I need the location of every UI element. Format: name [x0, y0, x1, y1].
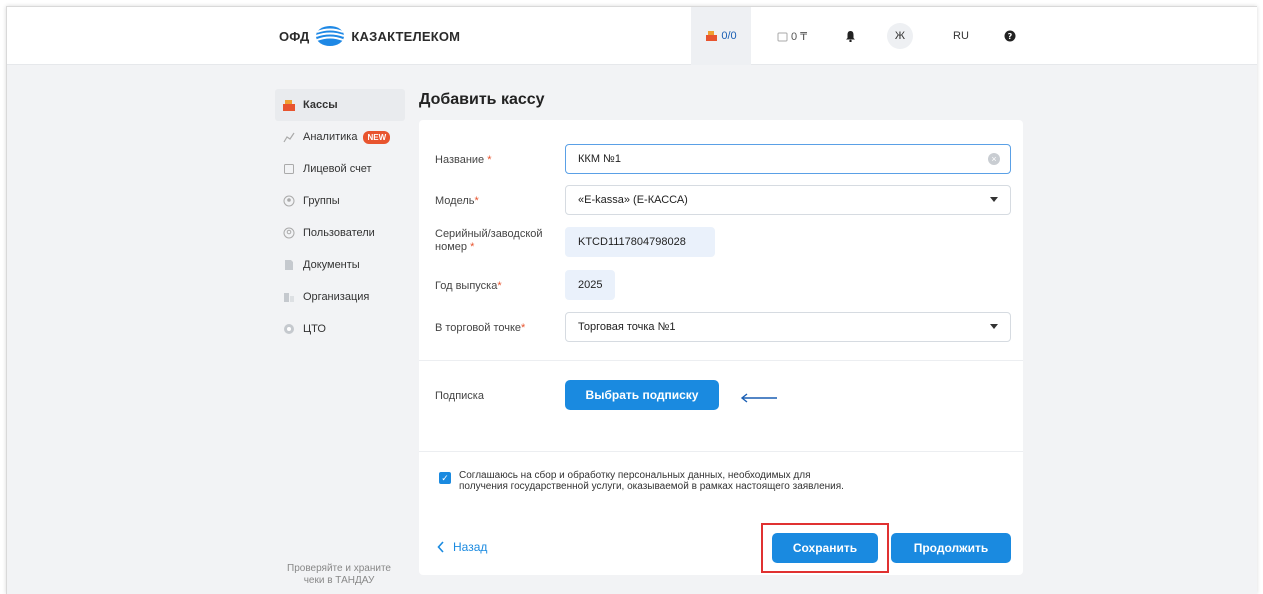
sidebar-item-label: Организация — [303, 291, 370, 303]
account-icon — [284, 164, 294, 174]
sidebar-item-account[interactable]: Лицевой счет — [275, 153, 405, 185]
subscription-label: Подписка — [435, 390, 484, 402]
continue-button[interactable]: Продолжить — [891, 533, 1011, 563]
year-label: Год выпуска* — [435, 280, 502, 292]
new-badge: NEW — [363, 130, 391, 144]
sidebar-footer[interactable]: Проверяйте и храните чеки в ТАНДАУ — [269, 563, 409, 587]
wallet-icon — [777, 32, 788, 41]
choose-subscription-button[interactable]: Выбрать подписку — [565, 380, 719, 410]
logo-text-right: КАЗАКТЕЛЕКОМ — [351, 28, 461, 44]
name-input[interactable]: ККМ №1 × — [565, 144, 1011, 174]
sidebar-item-organization[interactable]: Организация — [275, 281, 405, 313]
back-button[interactable]: Назад — [437, 540, 487, 554]
divider — [419, 360, 1023, 361]
sidebar-item-service-center[interactable]: ЦТО — [275, 313, 405, 345]
save-button[interactable]: Сохранить — [772, 533, 878, 563]
consent: ✓ Соглашаюсь на сбор и обработку персона… — [439, 470, 859, 492]
name-label: Название * — [435, 154, 492, 166]
chevron-down-icon — [990, 197, 998, 202]
groups-icon — [283, 195, 295, 207]
notifications[interactable] — [845, 7, 856, 65]
sidebar-item-label: Кассы — [303, 99, 338, 111]
cash-register-icon — [283, 100, 295, 111]
chevron-left-icon — [437, 541, 444, 553]
arrow-left-icon — [740, 393, 777, 403]
add-cash-register-form: Название * ККМ №1 × Модель* «E-kassa» (E… — [419, 120, 1023, 575]
kazakhtelecom-globe-icon — [316, 26, 345, 46]
trade-point-select[interactable]: Торговая точка №1 — [565, 312, 1011, 342]
logo-text-left: ОФД — [279, 28, 310, 44]
balance-value: 0 ₸ — [791, 30, 808, 43]
year-field[interactable]: 2025 — [565, 270, 615, 300]
cash-register-icon — [706, 31, 718, 41]
model-label: Модель* — [435, 195, 479, 207]
footer-line: чеки в ТАНДАУ — [303, 575, 375, 586]
logo[interactable]: ОФД КАЗАКТЕЛЕКОМ — [279, 25, 460, 47]
sidebar-item-groups[interactable]: Группы — [275, 185, 405, 217]
divider — [419, 451, 1023, 452]
analytics-icon — [283, 132, 295, 143]
top-bar: ОФД КАЗАКТЕЛЕКОМ 0/0 0 ₸ Ж RU ? — [7, 7, 1257, 65]
serial-number-field[interactable]: KTCD1117804798028 — [565, 227, 715, 257]
bell-icon — [846, 31, 855, 42]
sidebar-item-label: ЦТО — [303, 323, 326, 335]
sidebar-item-analytics[interactable]: Аналитика NEW — [275, 121, 405, 153]
sidebar-item-label: Лицевой счет — [303, 163, 372, 175]
sidebar-item-documents[interactable]: Документы — [275, 249, 405, 281]
cash-count: 0/0 — [721, 30, 737, 42]
back-label: Назад — [453, 540, 488, 554]
trade-point-label: В торговой точке* — [435, 322, 526, 334]
sidebar-item-label: Группы — [303, 195, 340, 207]
help[interactable]: ? — [1004, 7, 1016, 65]
model-select[interactable]: «E-kassa» (E-КАССА) — [565, 185, 1011, 215]
sidebar-item-users[interactable]: Пользователи — [275, 217, 405, 249]
cash-counter[interactable]: 0/0 — [691, 7, 751, 65]
service-center-icon — [284, 324, 294, 334]
sidebar-item-label: Пользователи — [303, 227, 375, 239]
language-switch[interactable]: RU — [953, 7, 969, 65]
sidebar-item-label: Аналитика — [303, 131, 358, 143]
sidebar-item-cash-registers[interactable]: Кассы — [275, 89, 405, 121]
sidebar-item-label: Документы — [303, 259, 360, 271]
user-initial: Ж — [894, 30, 906, 42]
users-icon — [283, 227, 295, 239]
app-window: ОФД КАЗАКТЕЛЕКОМ 0/0 0 ₸ Ж RU ? Кассы Ан… — [6, 6, 1257, 594]
balance[interactable]: 0 ₸ — [777, 7, 807, 65]
user-avatar[interactable]: Ж — [887, 23, 913, 49]
page-title: Добавить кассу — [419, 91, 545, 108]
language-label: RU — [953, 30, 969, 42]
consent-checkbox[interactable]: ✓ — [439, 472, 451, 484]
documents-icon — [285, 260, 293, 270]
serial-label: Серийный/заводской номер * — [435, 228, 543, 253]
sidebar: Кассы Аналитика NEW Лицевой счет Группы — [275, 89, 405, 345]
svg-text:?: ? — [1008, 32, 1013, 41]
help-icon: ? — [1004, 30, 1016, 42]
clear-icon[interactable]: × — [988, 153, 1000, 165]
footer-line: Проверяйте и храните — [287, 563, 391, 574]
organization-icon — [284, 293, 294, 302]
chevron-down-icon — [990, 324, 998, 329]
consent-text: Соглашаюсь на сбор и обработку персональ… — [459, 470, 844, 492]
